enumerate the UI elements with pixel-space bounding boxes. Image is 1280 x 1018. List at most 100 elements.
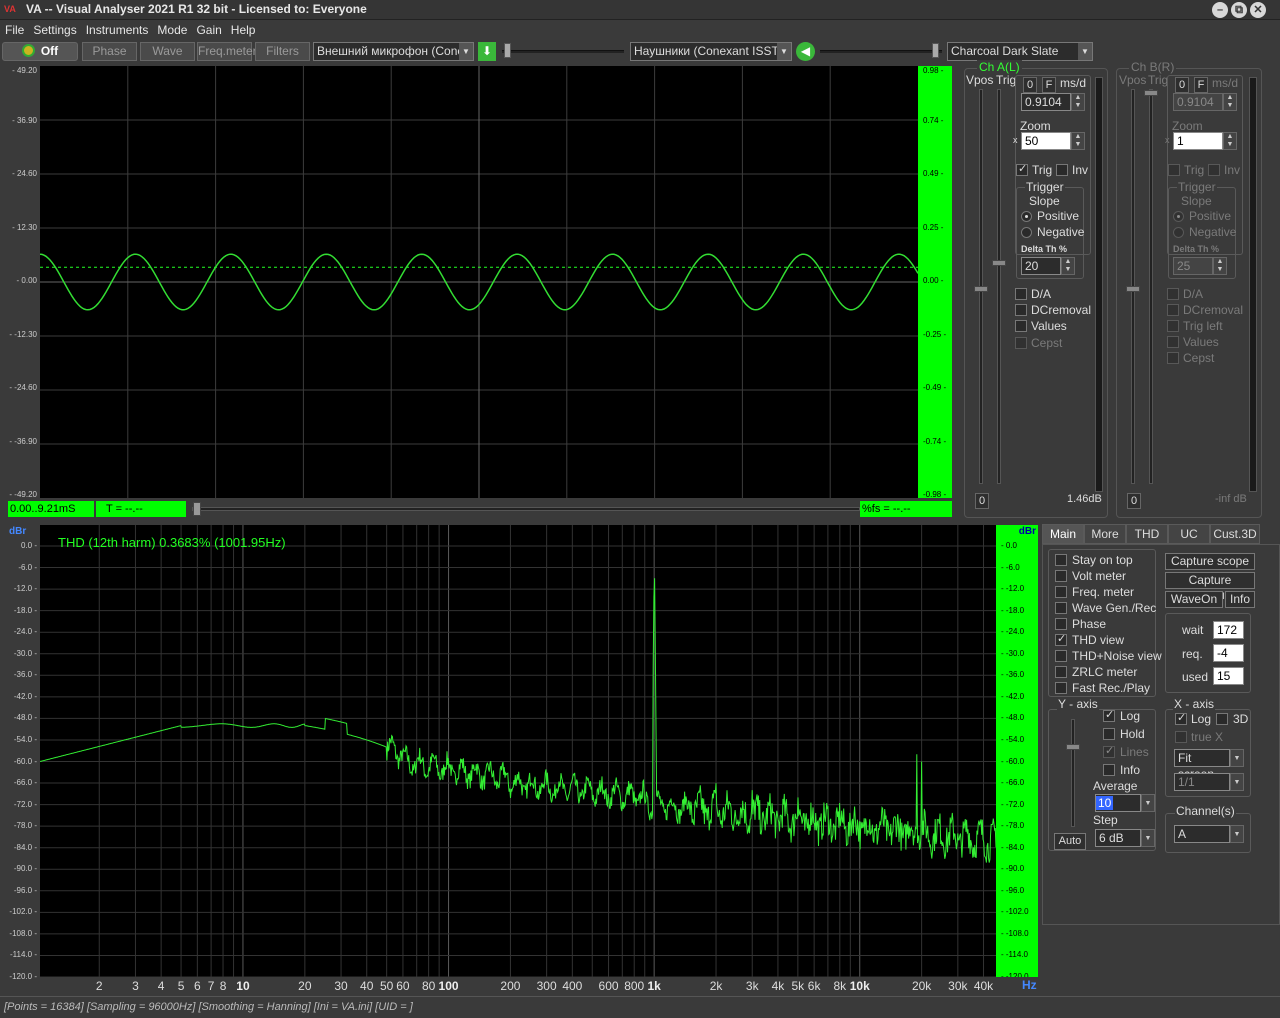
y-info-checkbox[interactable] — [1103, 764, 1115, 776]
capture-spectrum-button[interactable]: Capture spectrum — [1165, 572, 1255, 602]
menu-settings[interactable]: Settings — [28, 20, 80, 37]
dcremoval-checkbox[interactable] — [1015, 304, 1027, 316]
menu-file[interactable]: File — [0, 20, 28, 37]
y-axis-offset-slider[interactable] — [1066, 719, 1080, 827]
filters-button[interactable]: Filters — [255, 42, 310, 61]
negative-radio[interactable] — [1021, 227, 1032, 238]
tab-uc[interactable]: UC — [1168, 524, 1210, 544]
wave-button[interactable]: Wave — [140, 42, 195, 61]
tab-cust3d[interactable]: Cust.3D — [1210, 524, 1260, 544]
zero-button[interactable]: 0 — [1175, 77, 1189, 93]
f-button[interactable]: F — [1194, 77, 1208, 93]
x-3d-checkbox[interactable] — [1216, 713, 1228, 725]
output-volume-slider[interactable] — [820, 43, 942, 58]
chevron-down-icon[interactable]: ▼ — [1230, 773, 1244, 791]
negative-radio[interactable] — [1173, 227, 1184, 238]
average-select[interactable]: 10 — [1095, 794, 1141, 812]
waveon-button[interactable]: WaveOn — [1165, 591, 1223, 608]
spectrum-x-tick-label: 800 — [624, 979, 645, 993]
da-checkbox[interactable] — [1015, 288, 1027, 300]
delta-th-input[interactable]: 20 — [1021, 257, 1061, 275]
minimize-button[interactable]: – — [1212, 2, 1228, 18]
vpos-slider[interactable] — [1126, 89, 1140, 484]
output-device-select[interactable]: Наушники (Conexant ISST Au ▼ — [630, 42, 792, 61]
values-checkbox[interactable] — [1015, 320, 1027, 332]
ratio-select[interactable]: 1/1 — [1174, 773, 1230, 791]
positive-radio[interactable] — [1021, 211, 1032, 222]
vpos-slider[interactable] — [974, 89, 988, 484]
trig-left-checkbox[interactable] — [1167, 320, 1179, 332]
microphone-icon[interactable]: ⬇ — [478, 42, 496, 61]
zoom-spinner[interactable]: ▲ ▼ — [1071, 132, 1085, 150]
da-checkbox[interactable] — [1167, 288, 1179, 300]
zoom-input[interactable]: 50 — [1021, 132, 1071, 150]
delta-th-input[interactable]: 25 — [1173, 257, 1213, 275]
channel-select[interactable]: A — [1174, 825, 1230, 843]
positive-radio[interactable] — [1173, 211, 1184, 222]
info-button[interactable]: Info — [1225, 591, 1255, 608]
delta-th-spinner[interactable]: ▲ ▼ — [1213, 257, 1227, 275]
oscilloscope-plot[interactable] — [39, 66, 919, 498]
trig-level-slider[interactable] — [992, 89, 1006, 484]
positive-label: Positive — [1037, 209, 1080, 223]
fit-screen-select[interactable]: Fit screen — [1174, 749, 1230, 781]
instrument-checkbox[interactable] — [1055, 666, 1067, 678]
step-select[interactable]: 6 dB — [1095, 829, 1141, 847]
inv-checkbox[interactable] — [1056, 164, 1068, 176]
capture-scope-button[interactable]: Capture scope — [1165, 553, 1255, 570]
y-log-checkbox[interactable] — [1103, 708, 1115, 722]
input-gain-slider[interactable] — [502, 43, 624, 58]
ms-per-div-input[interactable]: 0.9104 — [1021, 93, 1071, 111]
ms-per-div-input[interactable]: 0.9104 — [1173, 93, 1223, 111]
input-device-select[interactable]: Внешний микрофон (Conexa ▼ — [313, 42, 474, 61]
menu-instruments[interactable]: Instruments — [81, 20, 153, 37]
instrument-checkbox[interactable] — [1055, 650, 1067, 662]
restore-button[interactable]: ⧉ — [1231, 2, 1247, 18]
spectrum-plot[interactable]: THD (12th harm) 0.3683% (1001.95Hz) — [39, 525, 997, 978]
delta-th-spinner[interactable]: ▲ ▼ — [1061, 257, 1075, 275]
instrument-checkbox[interactable] — [1055, 554, 1067, 566]
chevron-down-icon[interactable]: ▼ — [1141, 829, 1155, 847]
chevron-down-icon[interactable]: ▼ — [1141, 794, 1155, 812]
trig-level-slider[interactable] — [1144, 89, 1158, 484]
menu-help[interactable]: Help — [226, 20, 260, 37]
chevron-down-icon[interactable]: ▼ — [1230, 825, 1244, 843]
values-checkbox[interactable] — [1167, 336, 1179, 348]
auto-button[interactable]: Auto — [1054, 833, 1086, 850]
instrument-checkbox[interactable] — [1055, 586, 1067, 598]
instrument-checkbox[interactable] — [1055, 682, 1067, 694]
trig-checkbox[interactable] — [1016, 162, 1028, 176]
ms-per-div-spinner[interactable]: ▲ ▼ — [1223, 93, 1237, 111]
instrument-checkbox[interactable] — [1055, 570, 1067, 582]
f-button[interactable]: F — [1042, 77, 1056, 93]
ms-per-div-spinner[interactable]: ▲ ▼ — [1071, 93, 1085, 111]
y-lines-checkbox[interactable] — [1103, 744, 1115, 758]
trig-checkbox[interactable] — [1168, 164, 1180, 176]
instrument-checkbox[interactable] — [1055, 632, 1067, 646]
tab-main[interactable]: Main — [1042, 524, 1084, 544]
zoom-spinner[interactable]: ▲ ▼ — [1223, 132, 1237, 150]
instrument-checkbox[interactable] — [1055, 602, 1067, 614]
true-x-checkbox[interactable] — [1175, 731, 1187, 743]
y-hold-checkbox[interactable] — [1103, 728, 1115, 740]
close-button[interactable]: ✕ — [1250, 2, 1266, 18]
zero-button[interactable]: 0 — [1023, 77, 1037, 93]
cepst-checkbox[interactable] — [1015, 337, 1027, 349]
phase-button[interactable]: Phase — [82, 42, 137, 61]
cepst-checkbox[interactable] — [1167, 352, 1179, 364]
x-log-checkbox[interactable] — [1175, 711, 1187, 725]
inv-checkbox[interactable] — [1208, 164, 1220, 176]
zoom-input[interactable]: 1 — [1173, 132, 1223, 150]
power-button[interactable]: Off — [2, 42, 78, 61]
menu-gain[interactable]: Gain — [191, 20, 225, 37]
tab-more[interactable]: More — [1084, 524, 1126, 544]
instrument-checkbox[interactable] — [1055, 618, 1067, 630]
theme-select[interactable]: Charcoal Dark Slate ▼ — [947, 42, 1093, 61]
tab-thd[interactable]: THD — [1126, 524, 1168, 544]
speaker-icon[interactable]: ◀ — [796, 42, 815, 61]
dcremoval-checkbox[interactable] — [1167, 304, 1179, 316]
freq-meter-button[interactable]: Freq.meter — [197, 42, 257, 61]
scope-scroll-slider[interactable] — [192, 502, 860, 516]
chevron-down-icon[interactable]: ▼ — [1230, 749, 1244, 767]
menu-mode[interactable]: Mode — [152, 20, 191, 37]
